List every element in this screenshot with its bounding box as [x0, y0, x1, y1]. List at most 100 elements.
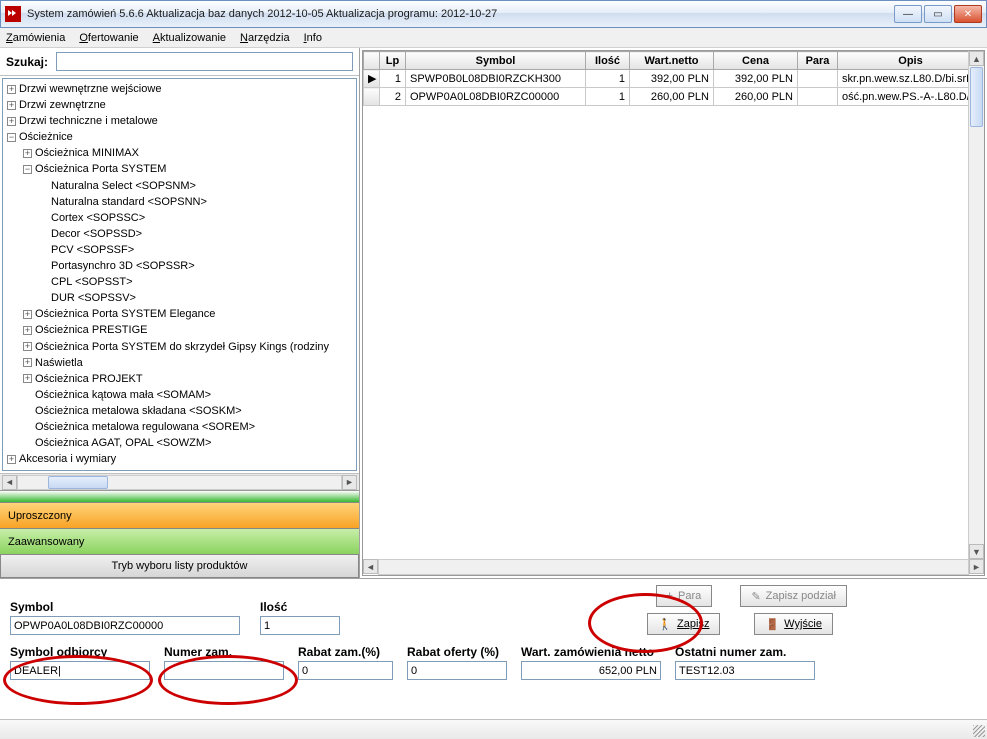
cell-wart: 260,00 PLN: [630, 88, 714, 106]
tree-node[interactable]: +Ościeżnica PRESTIGE: [7, 322, 354, 338]
grid-v-thumb[interactable]: [970, 67, 983, 127]
expand-icon[interactable]: +: [7, 101, 16, 110]
wart-zamowienia-input[interactable]: [521, 661, 661, 680]
tree-node[interactable]: +Ościeżnica Porta SYSTEM do skrzydeł Gip…: [7, 339, 354, 355]
expand-icon[interactable]: +: [23, 358, 32, 367]
grid-rowhead: [364, 52, 380, 70]
order-grid[interactable]: Lp Symbol Ilość Wart.netto Cena Para Opi…: [363, 51, 984, 106]
titlebar: System zamówień 5.6.6 Aktualizacja baz d…: [0, 0, 987, 28]
mode-simple[interactable]: Uproszczony: [0, 502, 359, 528]
grid-scroll-right-icon[interactable]: ►: [969, 559, 984, 574]
expand-icon[interactable]: +: [7, 117, 16, 126]
collapse-icon[interactable]: −: [23, 165, 32, 174]
grid-scroll-up-icon[interactable]: ▲: [969, 51, 984, 66]
expand-icon[interactable]: +: [7, 455, 16, 464]
ostatni-numer-input[interactable]: [675, 661, 815, 680]
col-symbol[interactable]: Symbol: [406, 52, 586, 70]
expand-icon[interactable]: +: [23, 310, 32, 319]
tree-node[interactable]: Ościeżnica metalowa składana <SOSKM>: [7, 403, 354, 419]
expand-icon[interactable]: +: [23, 149, 32, 158]
ilosc-input[interactable]: [260, 616, 340, 635]
grid-h-scrollbar[interactable]: ◄ ►: [363, 559, 984, 575]
menu-zamowienia[interactable]: Zamówienia: [6, 32, 65, 44]
numer-zam-input[interactable]: [164, 661, 284, 680]
col-opis[interactable]: Opis: [838, 52, 984, 70]
tree-node[interactable]: +Naświetla: [7, 355, 354, 371]
symbol-input[interactable]: [10, 616, 240, 635]
gradient-separator: [0, 490, 359, 502]
collapse-icon[interactable]: −: [7, 133, 16, 142]
symbol-odbiorcy-input[interactable]: [10, 661, 150, 680]
grid-v-scrollbar[interactable]: ▲ ▼: [968, 51, 984, 559]
tree-node[interactable]: +Akcesoria i wymiary: [7, 451, 354, 467]
tree-node[interactable]: Ościeżnica metalowa regulowana <SOREM>: [7, 419, 354, 435]
menu-ofertowanie[interactable]: Ofertowanie: [79, 32, 138, 44]
product-tree[interactable]: +Drzwi wewnętrzne wejściowe+Drzwi zewnęt…: [2, 78, 357, 471]
rabat-oferty-input[interactable]: [407, 661, 507, 680]
expand-icon[interactable]: +: [23, 374, 32, 383]
table-row[interactable]: ▶1SPWP0B0L08DBI0RZCKH3001392,00 PLN392,0…: [364, 70, 984, 88]
tree-node[interactable]: Cortex <SOPSSC>: [7, 210, 354, 226]
col-para[interactable]: Para: [798, 52, 838, 70]
col-lp[interactable]: Lp: [380, 52, 406, 70]
minimize-button[interactable]: —: [894, 5, 922, 23]
close-button[interactable]: ✕: [954, 5, 982, 23]
tree-node[interactable]: CPL <SOPSST>: [7, 274, 354, 290]
tree-node-label: Akcesoria i wymiary: [19, 453, 116, 465]
wyjscie-button[interactable]: 🚪 Wyjście: [754, 613, 833, 635]
expand-icon[interactable]: +: [7, 85, 16, 94]
expand-icon[interactable]: +: [23, 342, 32, 351]
tree-node[interactable]: Decor <SOPSSD>: [7, 226, 354, 242]
tree-node[interactable]: PCV <SOPSSF>: [7, 242, 354, 258]
tree-h-scrollbar[interactable]: ◄ ►: [0, 473, 359, 490]
expand-icon[interactable]: +: [23, 326, 32, 335]
statusbar: [0, 719, 987, 739]
tree-node[interactable]: Naturalna Select <SOPSNM>: [7, 178, 354, 194]
tree-leaf-icon: [23, 439, 32, 448]
tree-node-label: Ościeżnica Porta SYSTEM: [35, 164, 166, 176]
col-ilosc[interactable]: Ilość: [586, 52, 630, 70]
tree-node[interactable]: +Drzwi zewnętrzne: [7, 97, 354, 113]
tree-node[interactable]: DUR <SOPSSV>: [7, 290, 354, 306]
tree-node[interactable]: +Drzwi wewnętrzne wejściowe: [7, 81, 354, 97]
search-input[interactable]: [56, 52, 353, 71]
tree-node-label: Naświetla: [35, 357, 83, 369]
mode-picklist-button[interactable]: Tryb wyboru listy produktów: [0, 554, 359, 578]
grid-scroll-down-icon[interactable]: ▼: [969, 544, 984, 559]
mode-advanced[interactable]: Zaawansowany: [0, 528, 359, 554]
tree-node[interactable]: +Ościeżnica Porta SYSTEM Elegance: [7, 306, 354, 322]
tree-node[interactable]: Ościeżnica kątowa mała <SOMAM>: [7, 387, 354, 403]
scroll-thumb[interactable]: [48, 476, 108, 489]
cell-para: [798, 88, 838, 106]
tree-node[interactable]: Naturalna standard <SOPSNN>: [7, 194, 354, 210]
resize-grip[interactable]: [973, 725, 985, 737]
zapisz-button[interactable]: 🚶 Zapisz: [647, 613, 720, 635]
rabat-oferty-label: Rabat oferty (%): [407, 645, 507, 659]
cell-cena: 260,00 PLN: [714, 88, 798, 106]
tree-node[interactable]: −Ościeżnice: [7, 129, 354, 145]
tree-node[interactable]: −Ościeżnica Porta SYSTEM: [7, 161, 354, 177]
rabat-zam-input[interactable]: [298, 661, 393, 680]
tree-node-label: Cortex <SOPSSC>: [51, 212, 145, 224]
menu-info[interactable]: Info: [304, 32, 322, 44]
col-cena[interactable]: Cena: [714, 52, 798, 70]
scroll-left-icon[interactable]: ◄: [2, 475, 17, 490]
table-row[interactable]: 2OPWP0A0L08DBI0RZC000001260,00 PLN260,00…: [364, 88, 984, 106]
tree-node-label: Naturalna standard <SOPSNN>: [51, 196, 207, 208]
tree-node[interactable]: +Ościeżnica PROJEKT: [7, 371, 354, 387]
cell-lp: 1: [380, 70, 406, 88]
tree-node[interactable]: Portasynchro 3D <SOPSSR>: [7, 258, 354, 274]
grid-scroll-left-icon[interactable]: ◄: [363, 559, 378, 574]
tree-node[interactable]: +Drzwi techniczne i metalowe: [7, 113, 354, 129]
col-wart[interactable]: Wart.netto: [630, 52, 714, 70]
symbol-odbiorcy-label: Symbol odbiorcy: [10, 645, 150, 659]
scroll-right-icon[interactable]: ►: [342, 475, 357, 490]
maximize-button[interactable]: ▭: [924, 5, 952, 23]
exit-icon: 🚪: [765, 618, 779, 631]
para-button[interactable]: + Para: [656, 585, 713, 607]
tree-node[interactable]: +Ościeżnica MINIMAX: [7, 145, 354, 161]
menu-aktualizowanie[interactable]: Aktualizowanie: [153, 32, 226, 44]
tree-node[interactable]: Ościeżnica AGAT, OPAL <SOWZM>: [7, 435, 354, 451]
menu-narzedzia[interactable]: Narzędzia: [240, 32, 290, 44]
zapisz-podzial-button[interactable]: ✎ Zapisz podział: [740, 585, 847, 607]
